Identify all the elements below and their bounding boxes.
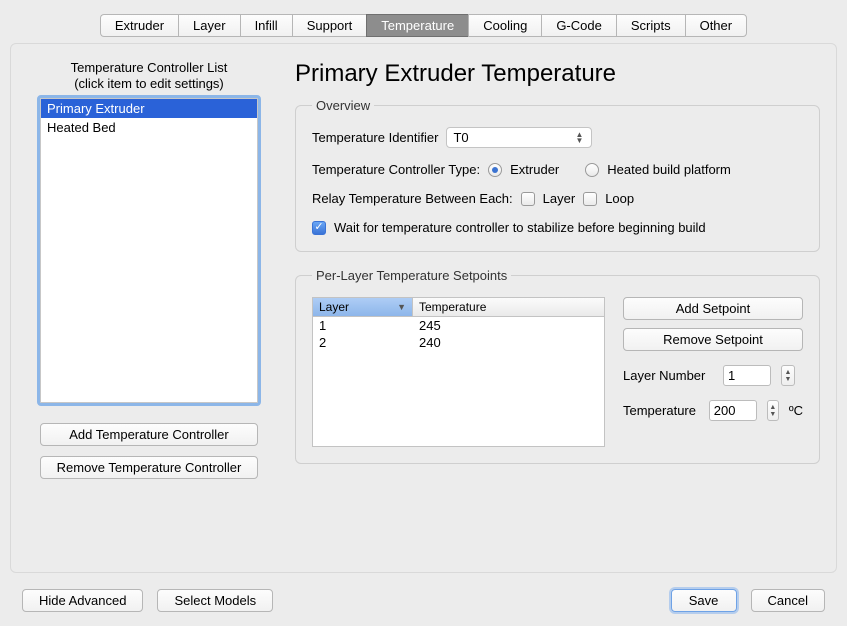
wait-checkbox[interactable] [312, 221, 326, 235]
table-header: Layer ▼ Temperature [313, 298, 604, 317]
temperature-stepper[interactable]: ▲▼ [767, 400, 779, 421]
sort-desc-icon: ▼ [397, 302, 406, 312]
tab-other[interactable]: Other [685, 14, 748, 37]
tab-temperature[interactable]: Temperature [366, 14, 468, 37]
table-row[interactable]: 1245 [313, 317, 604, 334]
list-item[interactable]: Primary Extruder [41, 99, 257, 118]
type-radio-extruder[interactable] [488, 163, 502, 177]
relay-loop-checkbox[interactable] [583, 192, 597, 206]
cell-temperature: 240 [413, 334, 604, 351]
footer-bar: Hide Advanced Select Models Save Cancel [0, 589, 847, 612]
settings-panel: Primary Extruder Temperature Overview Te… [295, 60, 820, 556]
layer-number-stepper[interactable]: ▲▼ [781, 365, 795, 386]
tab-g-code[interactable]: G-Code [541, 14, 616, 37]
cell-layer: 1 [313, 317, 413, 334]
controller-list-title: Temperature Controller List (click item … [71, 60, 228, 92]
page-title: Primary Extruder Temperature [295, 60, 820, 88]
layer-number-label: Layer Number [623, 368, 713, 383]
overview-fieldset: Overview Temperature Identifier T0 ▲▼ Te… [295, 98, 820, 252]
setpoints-fieldset: Per-Layer Temperature Setpoints Layer ▼ … [295, 268, 820, 464]
type-label: Temperature Controller Type: [312, 162, 480, 177]
tab-layer[interactable]: Layer [178, 14, 240, 37]
hide-advanced-button[interactable]: Hide Advanced [22, 589, 143, 612]
setpoints-legend: Per-Layer Temperature Setpoints [312, 268, 511, 283]
controller-list-panel: Temperature Controller List (click item … [27, 60, 271, 556]
identifier-label: Temperature Identifier [312, 130, 438, 145]
remove-setpoint-button[interactable]: Remove Setpoint [623, 328, 803, 351]
tab-extruder[interactable]: Extruder [100, 14, 178, 37]
list-item[interactable]: Heated Bed [41, 118, 257, 137]
add-controller-button[interactable]: Add Temperature Controller [40, 423, 258, 446]
temperature-label: Temperature [623, 403, 699, 418]
wait-label: Wait for temperature controller to stabi… [334, 220, 706, 235]
type-radio-extruder-label: Extruder [510, 162, 559, 177]
relay-label: Relay Temperature Between Each: [312, 191, 513, 206]
identifier-select[interactable]: T0 ▲▼ [446, 127, 592, 148]
table-row[interactable]: 2240 [313, 334, 604, 351]
add-setpoint-button[interactable]: Add Setpoint [623, 297, 803, 320]
temperature-unit: ºC [789, 403, 803, 418]
save-button[interactable]: Save [671, 589, 737, 612]
type-radio-heated-bed[interactable] [585, 163, 599, 177]
header-temperature[interactable]: Temperature [413, 298, 604, 316]
temperature-input[interactable] [709, 400, 757, 421]
remove-controller-button[interactable]: Remove Temperature Controller [40, 456, 258, 479]
select-models-button[interactable]: Select Models [157, 589, 273, 612]
relay-layer-checkbox[interactable] [521, 192, 535, 206]
overview-legend: Overview [312, 98, 374, 113]
header-layer[interactable]: Layer ▼ [313, 298, 413, 316]
type-radio-heated-bed-label: Heated build platform [607, 162, 731, 177]
relay-loop-label: Loop [605, 191, 634, 206]
tab-bar: ExtruderLayerInfillSupportTemperatureCoo… [0, 0, 847, 37]
tab-support[interactable]: Support [292, 14, 367, 37]
setpoints-table[interactable]: Layer ▼ Temperature 12452240 [312, 297, 605, 447]
cell-layer: 2 [313, 334, 413, 351]
tab-infill[interactable]: Infill [240, 14, 292, 37]
layer-number-input[interactable] [723, 365, 771, 386]
controller-list[interactable]: Primary ExtruderHeated Bed [40, 98, 258, 403]
cell-temperature: 245 [413, 317, 604, 334]
tab-cooling[interactable]: Cooling [468, 14, 541, 37]
cancel-button[interactable]: Cancel [751, 589, 825, 612]
content-panel: Temperature Controller List (click item … [10, 43, 837, 573]
relay-layer-label: Layer [543, 191, 576, 206]
setpoint-controls: Add Setpoint Remove Setpoint Layer Numbe… [623, 297, 803, 447]
tab-scripts[interactable]: Scripts [616, 14, 685, 37]
updown-icon: ▲▼ [575, 132, 585, 144]
